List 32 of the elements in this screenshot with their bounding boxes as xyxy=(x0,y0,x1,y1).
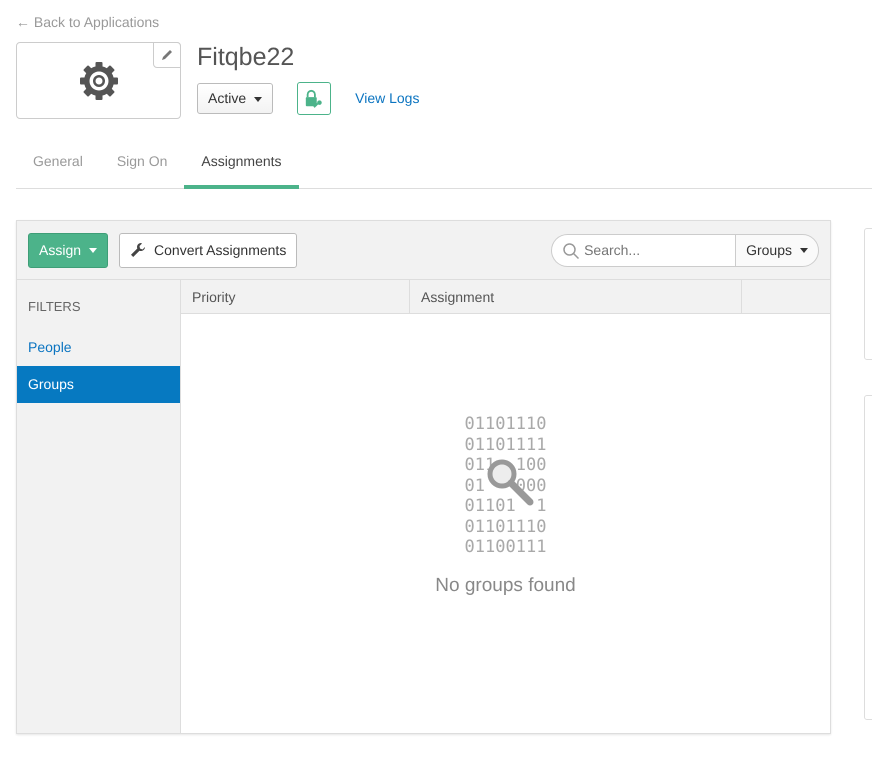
binary-text: 01101 1 xyxy=(464,496,546,516)
binary-text: 01101111 xyxy=(464,434,546,455)
search-field[interactable]: Search... xyxy=(551,234,736,266)
caret-icon xyxy=(800,248,808,254)
filter-item[interactable]: Groups xyxy=(17,366,180,402)
wrench-icon xyxy=(130,242,146,258)
caret-icon xyxy=(254,96,262,102)
caret-icon xyxy=(89,248,98,254)
app-title: Fitqbe22 xyxy=(197,42,296,72)
pencil-icon xyxy=(160,48,174,62)
column-header: Assignment xyxy=(410,280,742,313)
assign-button[interactable]: Assign xyxy=(28,232,108,268)
tab[interactable]: Sign On xyxy=(100,141,184,189)
tab[interactable]: Assignments xyxy=(184,141,299,189)
filter-item[interactable]: People xyxy=(17,328,180,366)
groups-dropdown[interactable]: Groups xyxy=(735,234,819,266)
search-icon xyxy=(562,242,580,260)
binary-text: 01101110 xyxy=(464,516,546,537)
filters-heading: FILTERS xyxy=(27,298,82,316)
empty-message: No groups found xyxy=(435,574,576,598)
gear-icon xyxy=(78,60,118,100)
binary-text: 01100111 xyxy=(464,537,546,558)
column-header: Priority xyxy=(181,280,410,313)
tab[interactable]: General xyxy=(16,141,100,189)
status-dropdown[interactable]: Active xyxy=(197,83,274,114)
lock-key-button[interactable] xyxy=(297,82,332,115)
back-link[interactable]: ← Back to Applications xyxy=(16,14,160,30)
binary-text: 01101110 xyxy=(464,414,546,434)
lock-key-icon xyxy=(304,88,324,108)
view-logs-link[interactable]: View Logs xyxy=(355,88,420,109)
convert-assignments-button[interactable]: Convert Assignments xyxy=(119,232,298,268)
edit-button[interactable] xyxy=(153,42,181,68)
